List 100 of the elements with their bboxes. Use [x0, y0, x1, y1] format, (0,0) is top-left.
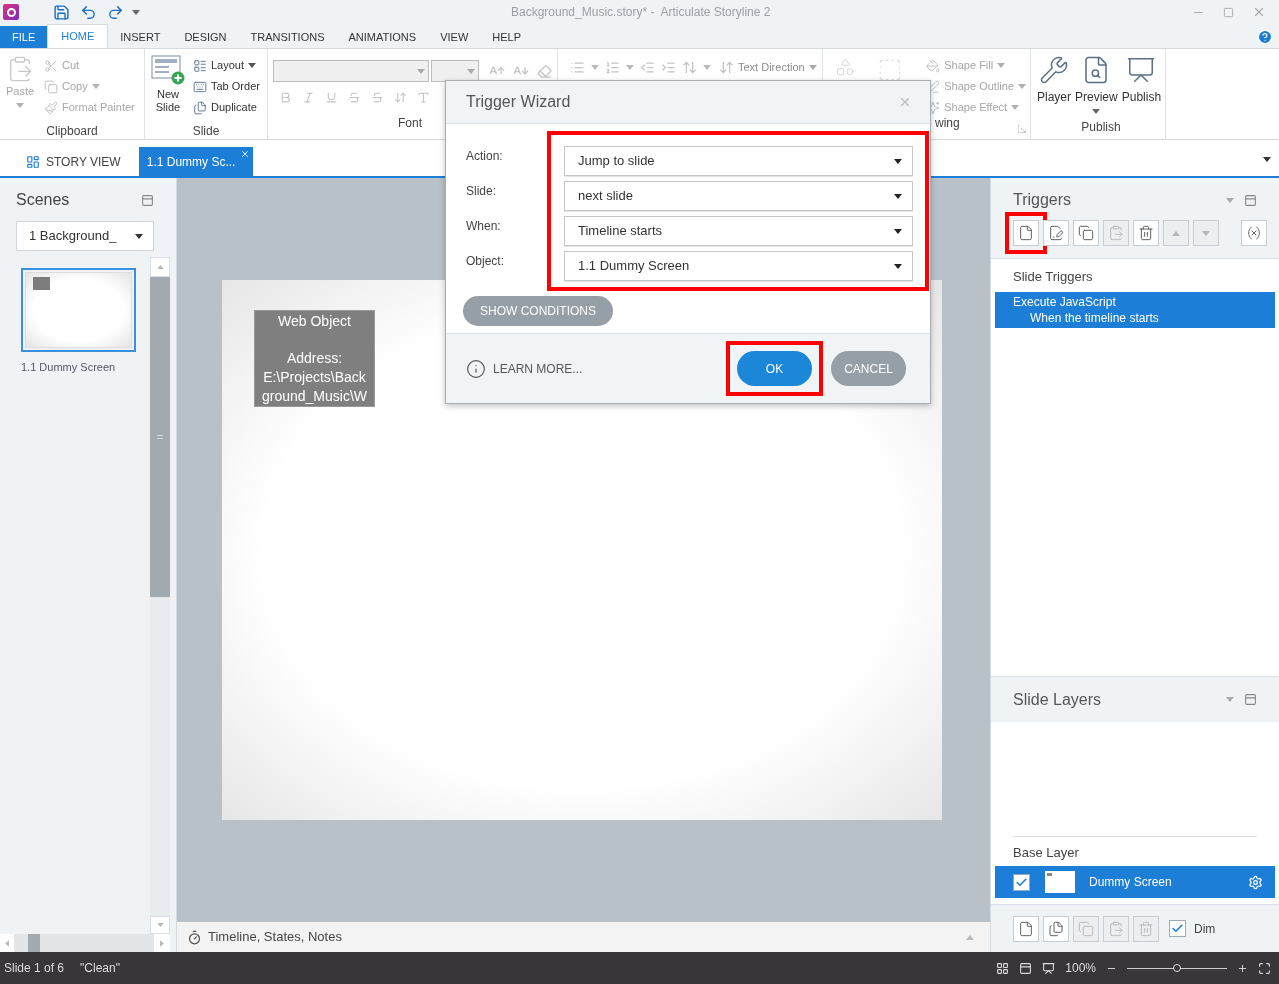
dropdown-field[interactable]: 1.1 Dummy Screen: [564, 251, 913, 281]
maximize-icon[interactable]: [1223, 6, 1234, 18]
dropdown-field[interactable]: Timeline starts: [564, 216, 913, 246]
zoom-slider[interactable]: [1127, 963, 1227, 973]
toolbar-button[interactable]: [1043, 915, 1069, 942]
toolbar-button[interactable]: [1013, 220, 1039, 246]
scroll-up-icon[interactable]: [156, 265, 164, 269]
scene-dropdown[interactable]: 1 Background_: [16, 221, 154, 251]
timeline-bar[interactable]: Timeline, States, Notes: [177, 922, 990, 952]
group-label: Publish: [1081, 120, 1121, 134]
scroll-thumb[interactable]: [28, 934, 40, 952]
dialog-title: Trigger Wizard: [466, 92, 571, 112]
toolbar-button[interactable]: [1043, 220, 1069, 246]
slideshow-icon[interactable]: [1042, 961, 1056, 975]
font-size-field[interactable]: [431, 60, 479, 82]
close-icon[interactable]: [1252, 5, 1266, 19]
caret-icon: [591, 64, 599, 70]
expand-icon[interactable]: [966, 934, 974, 940]
layer-row[interactable]: Dummy Screen: [995, 866, 1275, 898]
help-icon[interactable]: [1257, 29, 1273, 45]
presentation-icon: [1126, 55, 1157, 85]
line-spacing-icon[interactable]: [682, 59, 697, 75]
ok-button[interactable]: OK: [737, 351, 812, 386]
ribbon-tab[interactable]: HELP: [480, 26, 534, 48]
publish-button[interactable]: Publish: [1121, 55, 1162, 114]
customize-caret-icon: [132, 9, 140, 15]
bold-icon[interactable]: [279, 91, 292, 104]
undock-icon[interactable]: [141, 193, 154, 207]
zoom-in-icon[interactable]: [1237, 962, 1248, 974]
ribbon-tab[interactable]: INSERT: [108, 26, 173, 48]
field-label: Object:: [466, 253, 505, 270]
toolbar-button[interactable]: [1241, 220, 1267, 246]
settings-icon[interactable]: [1248, 874, 1263, 890]
redo-icon[interactable]: [107, 3, 124, 21]
ribbon-tab[interactable]: FILE: [0, 26, 48, 48]
spacing-icon[interactable]: [394, 91, 407, 104]
dropdown-field[interactable]: next slide: [564, 181, 913, 211]
slide-thumbnail[interactable]: [21, 268, 136, 352]
caret-icon: [1226, 197, 1234, 203]
layer-name: Dummy Screen: [1089, 874, 1172, 891]
learn-more-link[interactable]: LEARN MORE...: [493, 359, 583, 378]
undock-icon[interactable]: [1244, 693, 1257, 706]
trigger-item[interactable]: Execute JavaScript When the timeline starts: [995, 291, 1275, 328]
caret-icon: [417, 68, 425, 74]
ribbon-tab[interactable]: VIEW: [428, 26, 481, 48]
story-view-icon[interactable]: [996, 961, 1010, 975]
close-icon[interactable]: [240, 149, 251, 159]
zoom-slider-thumb[interactable]: [1173, 964, 1181, 972]
trigger-action: Execute JavaScript: [1013, 293, 1117, 310]
increase-indent-icon[interactable]: [661, 59, 676, 75]
vertical-scrollbar[interactable]: [150, 257, 170, 934]
copy-icon: [1078, 225, 1094, 241]
scroll-right-icon[interactable]: [160, 939, 164, 947]
new-slide-button[interactable]: New Slide: [147, 55, 189, 118]
web-object-text: E:\Projects\Back: [263, 368, 366, 387]
italic-icon[interactable]: [302, 91, 315, 104]
undock-icon[interactable]: [1244, 193, 1257, 207]
caret-icon: [1226, 697, 1234, 702]
strikethrough-icon[interactable]: [371, 91, 384, 104]
eraser-icon[interactable]: [537, 63, 552, 79]
save-icon[interactable]: [53, 3, 70, 21]
ribbon-button[interactable]: Duplicate: [189, 97, 264, 118]
change-case-icon[interactable]: [417, 91, 430, 104]
document-tab[interactable]: STORY VIEW: [18, 147, 129, 176]
horizontal-scrollbar[interactable]: [0, 934, 170, 952]
dialog-launcher-icon[interactable]: [1018, 125, 1026, 133]
info-icon[interactable]: [466, 358, 486, 379]
shadow-s-icon[interactable]: [348, 91, 361, 104]
toolbar-button[interactable]: [1073, 220, 1099, 246]
web-object[interactable]: Web Object Address: E:\Projects\Back ground_Music\W: [254, 310, 375, 407]
ribbon-button[interactable]: Layout: [189, 55, 264, 76]
ribbon-tab[interactable]: ANIMATIONS: [336, 26, 429, 48]
publish-button[interactable]: Player: [1037, 55, 1071, 114]
toolbar-button[interactable]: [1133, 220, 1159, 246]
numbering-icon[interactable]: [605, 59, 620, 75]
button-label-line: Slide: [155, 101, 181, 114]
fit-to-window-icon[interactable]: [1258, 961, 1271, 975]
ribbon-tab[interactable]: TRANSITIONS: [238, 26, 337, 48]
close-icon[interactable]: [898, 95, 912, 109]
scroll-left-icon[interactable]: [5, 939, 9, 947]
check-icon: [1015, 875, 1028, 889]
base-layer-label: Base Layer: [1012, 843, 1080, 862]
toolbar-button[interactable]: [1013, 915, 1039, 942]
dim-checkbox[interactable]: Dim: [1169, 919, 1216, 938]
scroll-thumb[interactable]: [150, 277, 170, 597]
bullets-icon[interactable]: [570, 59, 585, 75]
ribbon-button[interactable]: Tab Order: [189, 76, 264, 97]
undo-icon[interactable]: [80, 3, 97, 21]
underline-icon[interactable]: [325, 91, 338, 104]
scroll-down-icon[interactable]: [156, 923, 164, 927]
normal-view-icon[interactable]: [1019, 961, 1033, 975]
new-document-icon: [1018, 225, 1034, 241]
ribbon-tab[interactable]: DESIGN: [172, 26, 239, 48]
ribbon-tab[interactable]: HOME: [47, 24, 109, 48]
publish-button[interactable]: Preview: [1075, 55, 1118, 114]
font-name-field[interactable]: [273, 60, 429, 82]
dropdown-field[interactable]: Jump to slide: [564, 146, 913, 176]
document-tab[interactable]: 1.1 Dummy Sc...: [138, 147, 254, 176]
decrease-indent-icon[interactable]: [640, 59, 655, 75]
visibility-checkbox[interactable]: [1013, 873, 1030, 891]
